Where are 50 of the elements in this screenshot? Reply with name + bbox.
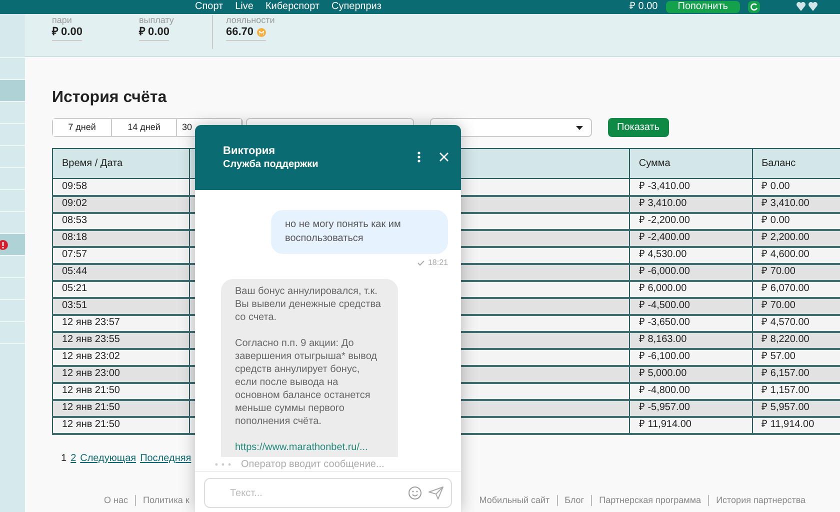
sidebar-item[interactable] bbox=[0, 234, 25, 256]
message-paragraph: Согласно п.п. 9 акции: До завершения отыгрыша* вывод средств аннулирует бонус, если после вывода на основном балансе останется меньше суммы первого пополнения счёта. bbox=[235, 337, 378, 428]
coin-icon bbox=[256, 28, 266, 37]
footer-link[interactable]: Партнерская программа bbox=[591, 494, 708, 506]
send-icon[interactable] bbox=[428, 486, 444, 500]
column-header: Сумма bbox=[629, 148, 752, 178]
page-link[interactable]: 1 bbox=[61, 452, 67, 464]
check-icon bbox=[416, 260, 425, 266]
nav-link[interactable]: Live bbox=[235, 2, 254, 12]
nav-link[interactable]: Киберспорт bbox=[265, 2, 320, 12]
outgoing-message: но не могу понять как им воспользоваться bbox=[271, 210, 448, 254]
typing-indicator: Оператор вводит сообщение... bbox=[241, 458, 384, 472]
page-link[interactable]: Последняя bbox=[140, 452, 192, 464]
agent-name: Виктория bbox=[223, 145, 276, 158]
caret-icon bbox=[576, 126, 583, 130]
page-link[interactable]: 2 bbox=[70, 452, 76, 464]
message-input[interactable]: Текст... bbox=[204, 478, 452, 508]
table-cell: 12 янв 21:50 bbox=[52, 416, 190, 434]
stat-value: 66.70 bbox=[226, 26, 254, 39]
footer-link[interactable]: О нас bbox=[97, 494, 135, 506]
emoji-icon[interactable] bbox=[408, 486, 422, 500]
agent-role: Служба поддержки bbox=[223, 158, 318, 171]
message-time: 18:21 bbox=[428, 257, 448, 269]
typing-dots-icon bbox=[215, 462, 231, 466]
heart-icon[interactable] bbox=[796, 2, 820, 12]
footer-link[interactable]: Мобильный сайт bbox=[472, 494, 557, 506]
nav-link[interactable]: Спорт bbox=[195, 2, 224, 12]
balance: ₽ 0.00 bbox=[630, 2, 658, 12]
stat-label: выплату bbox=[139, 15, 175, 26]
footer-link[interactable]: История партнерства bbox=[708, 494, 813, 506]
footer-link[interactable]: Блог bbox=[556, 494, 592, 506]
stat-label: лояльности bbox=[226, 15, 275, 26]
page-link[interactable]: Следующая bbox=[80, 452, 136, 464]
message-paragraph: Ваш бонус аннулировался, т.к. Вы вывели денежные средства со счета. bbox=[235, 285, 382, 324]
stat-value: ₽ 0.00 bbox=[52, 26, 82, 39]
message-link[interactable]: https://www.marathonbet.ru/... bbox=[235, 441, 384, 454]
stat-label: пари bbox=[52, 15, 73, 26]
stat-value: ₽ 0.00 bbox=[139, 26, 170, 39]
column-header: Время / Дата bbox=[52, 148, 190, 178]
close-icon[interactable] bbox=[439, 152, 449, 162]
table-cell: ₽ 11,914.00 bbox=[752, 416, 840, 434]
table-cell: ₽ 11,914.00 bbox=[629, 416, 752, 434]
refresh-icon[interactable] bbox=[748, 1, 760, 13]
page-title: История счёта bbox=[52, 90, 168, 106]
show-button[interactable]: Показать bbox=[608, 118, 669, 137]
more-icon[interactable] bbox=[417, 151, 421, 163]
alert-icon bbox=[0, 240, 8, 250]
period-tab[interactable]: 7 дней bbox=[53, 119, 112, 136]
nav-link[interactable]: Суперприз bbox=[332, 2, 382, 12]
deposit-button[interactable]: Пополнить bbox=[666, 1, 740, 13]
